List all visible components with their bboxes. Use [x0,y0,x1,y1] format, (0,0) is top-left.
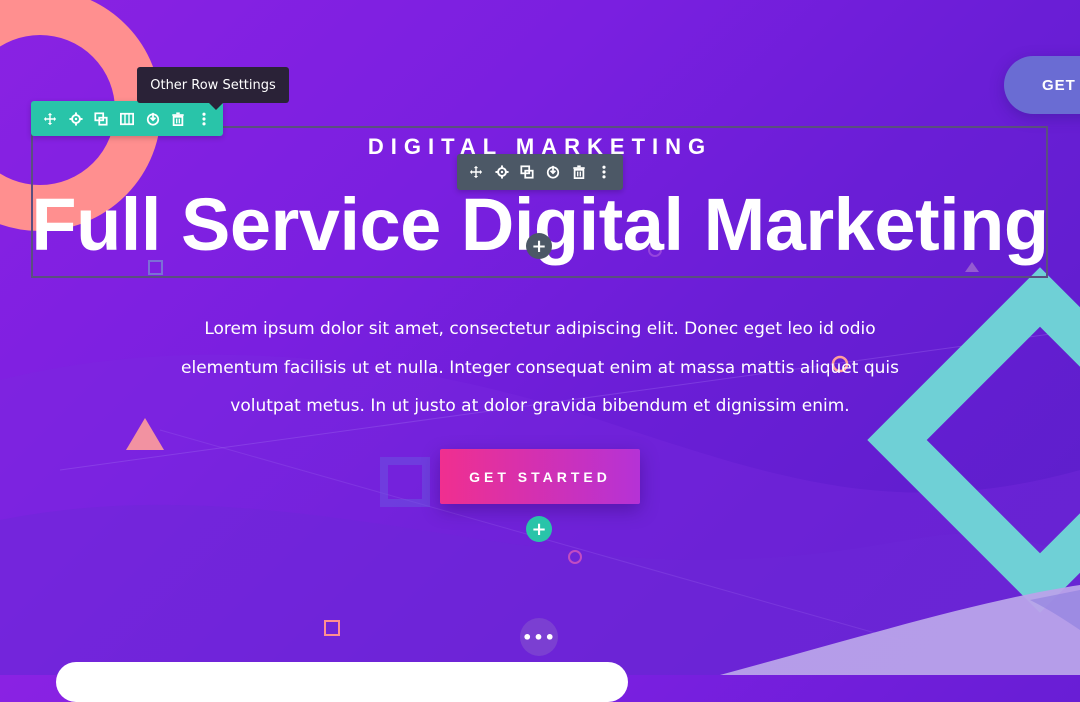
duplicate-icon[interactable] [514,155,540,190]
delete-icon[interactable] [566,155,592,190]
bottom-card [56,662,628,702]
settings-icon[interactable] [489,155,515,190]
page-settings-button[interactable]: ••• [520,618,558,656]
settings-icon[interactable] [63,101,89,136]
move-icon[interactable] [463,155,489,190]
add-row-button[interactable]: + [526,516,552,542]
more-icon[interactable] [591,155,617,190]
add-module-button[interactable]: + [526,233,552,259]
tooltip: Other Row Settings [137,67,289,110]
module-toolbar [457,154,623,190]
duplicate-icon[interactable] [88,101,114,136]
get-started-button[interactable]: GET STARTED [440,449,640,504]
move-icon[interactable] [37,101,63,136]
hero-body-text[interactable]: Lorem ipsum dolor sit amet, consectetur … [160,310,920,426]
save-icon[interactable] [140,101,166,136]
save-icon[interactable] [540,155,566,190]
delete-icon[interactable] [166,101,192,136]
row-toolbar [31,101,223,136]
header-cta-button[interactable]: GET S [1004,56,1080,114]
columns-icon[interactable] [114,101,140,136]
